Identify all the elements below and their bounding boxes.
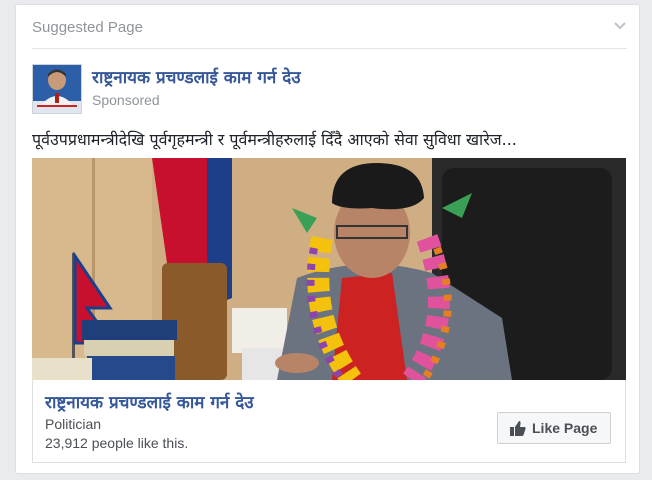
header-divider xyxy=(32,48,627,49)
like-count: 23,912 people like this. xyxy=(45,435,189,451)
page-footer: राष्ट्रनायक प्रचण्डलाई काम गर्न देउ Poli… xyxy=(32,380,626,463)
like-page-button-label: Like Page xyxy=(532,420,598,436)
page-name-link[interactable]: राष्ट्रनायक प्रचण्डलाई काम गर्न देउ xyxy=(92,65,301,88)
page-avatar[interactable] xyxy=(32,64,82,114)
page-category: Politician xyxy=(45,416,102,432)
post-photo[interactable] xyxy=(32,158,626,380)
card-header-title: Suggested Page xyxy=(32,19,143,36)
chevron-down-icon[interactable] xyxy=(613,19,627,33)
footer-page-name-link[interactable]: राष्ट्रनायक प्रचण्डलाई काम गर्न देउ xyxy=(45,390,254,413)
card-header: Suggested Page xyxy=(16,5,639,49)
sponsored-label: Sponsored xyxy=(92,92,160,108)
post-text: पूर्वउपप्रधामन्त्रीदेखि पूर्वगृहमन्त्री … xyxy=(32,130,517,149)
like-page-button[interactable]: Like Page xyxy=(497,412,611,444)
thumbs-up-icon xyxy=(510,421,526,436)
suggested-page-card: Suggested Page राष्ट्रनायक प्रचण्डलाई का… xyxy=(15,4,640,474)
